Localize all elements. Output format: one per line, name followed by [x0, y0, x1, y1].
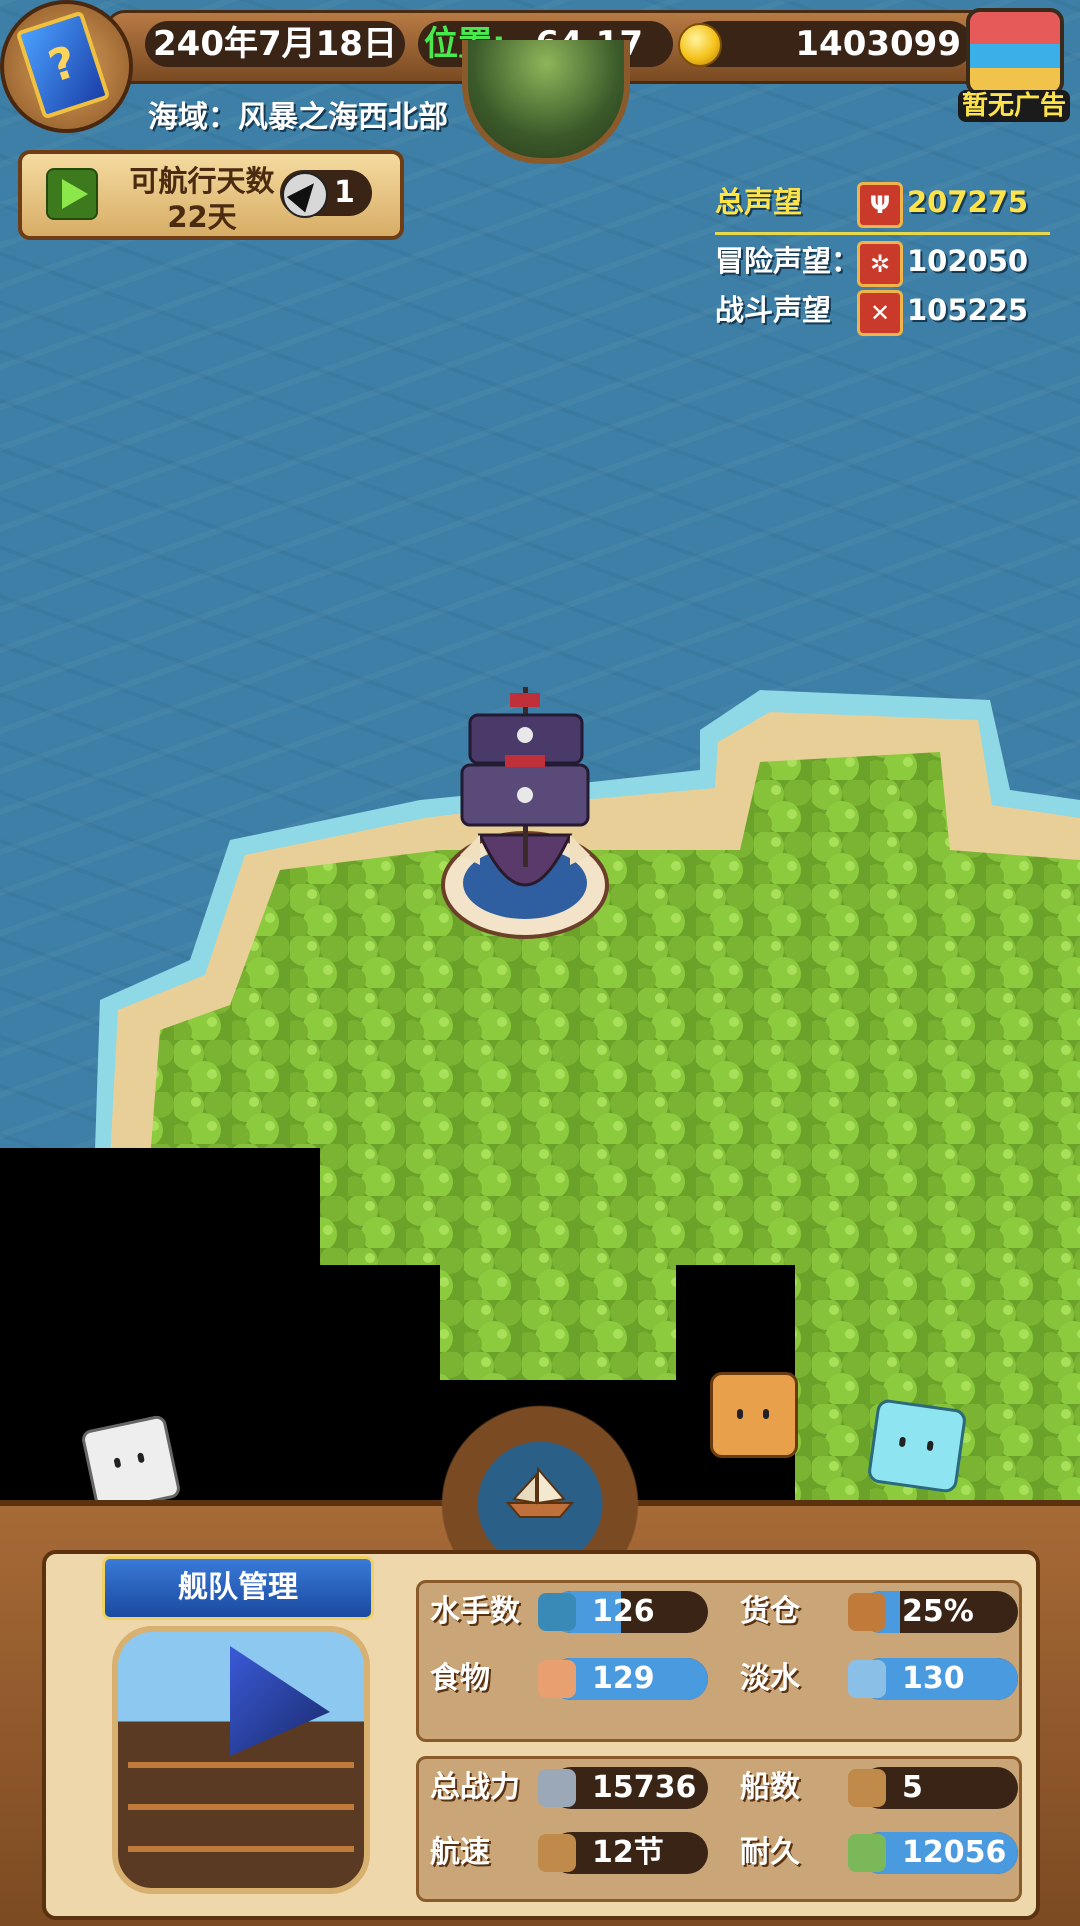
total-reputation-label: 总声望 — [715, 185, 803, 219]
stat-label: 淡水 — [740, 1661, 800, 1696]
reputation-divider — [715, 232, 1050, 235]
crossed-swords-shield-icon: ✕ — [857, 290, 903, 336]
crate-icon — [848, 1593, 886, 1631]
stat-label: 食物 — [430, 1661, 490, 1696]
meat-icon — [538, 1660, 576, 1698]
stat-8: 耐久 12056 — [730, 1830, 1018, 1876]
sailboat-icon[interactable] — [500, 1465, 580, 1521]
stat-value: 129 — [592, 1661, 655, 1696]
stat-5: 总战力 15736 — [420, 1765, 708, 1811]
speed-ship-icon — [538, 1834, 576, 1872]
ship-count-icon — [848, 1769, 886, 1807]
stat-7: 航速 12节 — [420, 1830, 708, 1876]
crossed-swords-skull-icon — [538, 1769, 576, 1807]
fleet-management-button[interactable]: 舰队管理 — [102, 1556, 374, 1620]
sailing-days-panel: 可航行天数 22天 1 — [18, 150, 404, 240]
player-ship[interactable] — [440, 685, 610, 945]
water-jug-icon — [848, 1660, 886, 1698]
stat-value: 12056 — [902, 1835, 1007, 1870]
sea-region-label: 海域：风暴之海西北部 — [148, 100, 448, 135]
combat-reputation-value: 105225 — [907, 293, 1029, 327]
combat-reputation-label: 战斗声望 — [715, 293, 832, 327]
shiba-dog-mascot[interactable] — [710, 1372, 798, 1458]
treasure-chest-icon — [966, 8, 1064, 96]
game-date: 240年7月18日 — [145, 21, 405, 67]
quest-book-button[interactable]: ? — [0, 0, 133, 133]
gold-readout: 1403099 — [678, 21, 973, 67]
durability-icon — [848, 1834, 886, 1872]
sail-count: 1 — [334, 175, 355, 210]
stat-value: 15736 — [592, 1770, 697, 1805]
trident-shield-icon: Ψ — [857, 182, 903, 228]
sailing-days-value: 22天 — [167, 200, 237, 234]
gold-value: 1403099 — [795, 24, 961, 64]
adventure-reputation-label: 冒险声望： — [715, 244, 861, 278]
stat-6: 船数 5 — [730, 1765, 1018, 1811]
stat-label: 水手数 — [430, 1594, 520, 1629]
stat-label: 航速 — [430, 1835, 490, 1870]
ship-portrait[interactable] — [112, 1626, 370, 1894]
sailor-icon — [538, 1593, 576, 1631]
ship-deck-line — [128, 1846, 354, 1852]
stat-3: 食物 129 — [420, 1656, 708, 1702]
stat-value: 5 — [902, 1770, 923, 1805]
stat-value: 126 — [592, 1594, 655, 1629]
stat-label: 货仓 — [740, 1594, 800, 1629]
fog-of-war — [676, 1265, 795, 1380]
ship-deck-line — [128, 1762, 354, 1768]
stat-1: 水手数 126 — [420, 1589, 708, 1635]
stat-value: 130 — [902, 1661, 965, 1696]
stat-2: 货仓 25% — [730, 1589, 1018, 1635]
stat-label: 耐久 — [740, 1835, 800, 1870]
gold-coin-icon — [678, 23, 722, 67]
total-reputation-value: 207275 — [907, 185, 1029, 219]
stat-label: 总战力 — [430, 1770, 520, 1805]
stat-label: 船数 — [740, 1770, 800, 1805]
stat-value: 12节 — [592, 1835, 664, 1870]
helm-wheel-shield-icon: ✲ — [857, 241, 903, 287]
ship-sail-icon — [230, 1646, 330, 1756]
question-book-icon: ? — [15, 10, 111, 120]
stat-4: 淡水 130 — [730, 1656, 1018, 1702]
play-button[interactable] — [46, 168, 98, 220]
stat-value: 25% — [902, 1594, 974, 1629]
treasure-chest-button[interactable]: 暂无广告 — [958, 2, 1070, 122]
cyan-cat-mascot[interactable] — [866, 1398, 968, 1494]
compass-icon — [282, 172, 328, 218]
ship-deck-line — [128, 1804, 354, 1810]
sail-counter[interactable]: 1 — [280, 170, 372, 218]
no-ad-label: 暂无广告 — [958, 90, 1070, 122]
adventure-reputation-value: 102050 — [907, 244, 1029, 278]
